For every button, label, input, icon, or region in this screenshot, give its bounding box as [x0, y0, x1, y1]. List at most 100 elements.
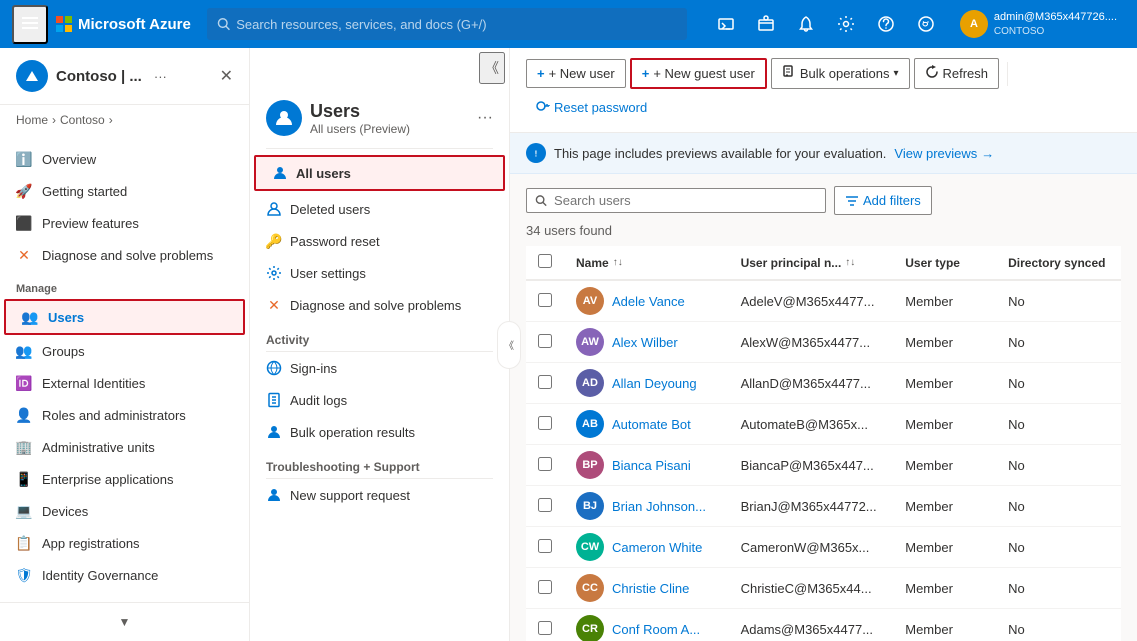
nav-item-bulk-op-results[interactable]: Bulk operation results	[250, 416, 509, 448]
cloud-shell-icon[interactable]	[708, 6, 744, 42]
sidebar-item-preview-features[interactable]: ⬛ Preview features	[0, 207, 249, 239]
sidebar-item-getting-started[interactable]: 🚀 Getting started	[0, 175, 249, 207]
activity-section-label: Activity	[250, 321, 509, 351]
sidebar-label-overview: Overview	[42, 152, 96, 167]
user-name-link[interactable]: Bianca Pisani	[612, 458, 691, 473]
sidebar-item-roles[interactable]: 👤 Roles and administrators	[0, 399, 249, 431]
main-content: + + New user + + New guest user Bulk ope…	[510, 48, 1137, 641]
sidebar-item-groups[interactable]: 👥 Groups	[0, 335, 249, 367]
user-name-link[interactable]: Conf Room A...	[612, 622, 700, 637]
search-users-input[interactable]	[554, 193, 817, 208]
sidebar-label-app-registrations: App registrations	[42, 536, 140, 551]
refresh-icon	[925, 65, 939, 82]
row-checkbox-1[interactable]	[538, 334, 552, 348]
user-upn: AlexW@M365x4477...	[729, 322, 894, 363]
nav-label-all-users: All users	[296, 166, 351, 181]
col-type-label: User type	[905, 256, 960, 270]
user-name-link[interactable]: Automate Bot	[612, 417, 691, 432]
identity-gov-icon: 🛡	[16, 567, 32, 583]
view-previews-link[interactable]: View previews →	[894, 146, 994, 161]
user-name-link[interactable]: Brian Johnson...	[612, 499, 706, 514]
feedback-icon[interactable]	[908, 6, 944, 42]
breadcrumb: Home › Contoso ›	[0, 105, 249, 135]
bulk-ops-icon	[266, 424, 282, 440]
user-upn: BiancaP@M365x447...	[729, 445, 894, 486]
page-ellipsis[interactable]: ···	[477, 109, 493, 127]
add-filters-label: Add filters	[863, 193, 921, 208]
nav-item-audit-logs[interactable]: Audit logs	[250, 384, 509, 416]
user-synced: No	[996, 280, 1121, 322]
sort-upn-icon[interactable]: ↑↓	[845, 257, 855, 268]
table-header-row: Name ↑↓ User principal n... ↑↓ User type	[526, 246, 1121, 280]
nav-item-diagnose-solve[interactable]: ✕ Diagnose and solve problems	[250, 289, 509, 321]
app-reg-icon: 📋	[16, 535, 32, 551]
breadcrumb-contoso[interactable]: Contoso	[60, 113, 105, 127]
sidebar-item-users[interactable]: 👥 Users	[4, 299, 245, 335]
sidebar-ellipsis-button[interactable]: ···	[154, 69, 167, 84]
sidebar-item-devices[interactable]: 💻 Devices	[0, 495, 249, 527]
search-users-input-wrap[interactable]	[526, 188, 826, 213]
user-avatar-sm: BJ	[576, 492, 604, 520]
info-banner-icon: !	[526, 143, 546, 163]
arrow-right-icon: →	[981, 146, 994, 161]
collapse-middle-panel-button[interactable]: 《	[497, 321, 521, 369]
sidebar-item-external-identities[interactable]: 🆔 External Identities	[0, 367, 249, 399]
user-name-link[interactable]: Christie Cline	[612, 581, 689, 596]
user-type: Member	[893, 527, 996, 568]
user-avatar-sm: AB	[576, 410, 604, 438]
table-row: CC Christie Cline ChristieC@M365x44... M…	[526, 568, 1121, 609]
key-icon	[536, 99, 550, 116]
help-icon[interactable]	[868, 6, 904, 42]
row-checkbox-2[interactable]	[538, 375, 552, 389]
nav-item-user-settings[interactable]: User settings	[250, 257, 509, 289]
collapse-left-panel-button[interactable]: 《	[479, 52, 505, 84]
row-checkbox-3[interactable]	[538, 416, 552, 430]
panel-top-bar: 《	[250, 48, 509, 88]
global-search-bar[interactable]	[207, 8, 687, 40]
notifications-icon[interactable]	[788, 6, 824, 42]
nav-item-deleted-users[interactable]: Deleted users	[250, 193, 509, 225]
nav-item-new-support[interactable]: New support request	[250, 479, 509, 511]
new-user-button[interactable]: + + New user	[526, 59, 626, 88]
middle-nav: All users Deleted users 🔑 Password reset…	[250, 149, 509, 641]
row-checkbox-8[interactable]	[538, 621, 552, 635]
user-account-button[interactable]: A admin@M365x447726.... CONTOSO	[952, 6, 1125, 42]
user-name-link[interactable]: Allan Deyoung	[612, 376, 697, 391]
nav-label-diagnose-solve: Diagnose and solve problems	[290, 298, 461, 313]
nav-item-password-reset[interactable]: 🔑 Password reset	[250, 225, 509, 257]
sidebar-item-enterprise-apps[interactable]: 📱 Enterprise applications	[0, 463, 249, 495]
sidebar-item-overview[interactable]: ℹ️ Overview	[0, 143, 249, 175]
row-checkbox-0[interactable]	[538, 293, 552, 307]
bulk-operations-button[interactable]: Bulk operations ▾	[771, 58, 910, 89]
sidebar-scroll-indicator[interactable]: ▼	[0, 611, 249, 633]
add-filters-button[interactable]: Add filters	[834, 186, 932, 215]
breadcrumb-home[interactable]: Home	[16, 113, 48, 127]
user-name-link[interactable]: Alex Wilber	[612, 335, 678, 350]
sidebar-close-button[interactable]: ✕	[220, 66, 233, 86]
col-name-label: Name	[576, 256, 609, 270]
nav-item-all-users[interactable]: All users	[254, 155, 505, 191]
user-upn: AdeleV@M365x4477...	[729, 280, 894, 322]
row-checkbox-6[interactable]	[538, 539, 552, 553]
sidebar-item-admin-units[interactable]: 🏢 Administrative units	[0, 431, 249, 463]
microsoft-azure-logo: Microsoft Azure	[56, 16, 191, 33]
new-guest-user-button[interactable]: + + New guest user	[630, 58, 767, 89]
select-all-checkbox[interactable]	[538, 254, 552, 268]
hamburger-button[interactable]	[12, 5, 48, 44]
sidebar-item-identity-governance[interactable]: 🛡 Identity Governance	[0, 559, 249, 591]
user-name-link[interactable]: Cameron White	[612, 540, 702, 555]
row-checkbox-4[interactable]	[538, 457, 552, 471]
sort-name-icon[interactable]: ↑↓	[613, 257, 623, 268]
user-name-link[interactable]: Adele Vance	[612, 294, 685, 309]
sidebar-item-app-registrations[interactable]: 📋 App registrations	[0, 527, 249, 559]
refresh-button[interactable]: Refresh	[914, 58, 1000, 89]
sidebar-item-diagnose[interactable]: ✕ Diagnose and solve problems	[0, 239, 249, 271]
row-checkbox-7[interactable]	[538, 580, 552, 594]
user-avatar-sm: AD	[576, 369, 604, 397]
reset-password-button[interactable]: Reset password	[526, 93, 657, 122]
settings-icon[interactable]	[828, 6, 864, 42]
directory-icon[interactable]	[748, 6, 784, 42]
global-search-input[interactable]	[236, 17, 677, 32]
row-checkbox-5[interactable]	[538, 498, 552, 512]
nav-item-sign-ins[interactable]: Sign-ins	[250, 352, 509, 384]
